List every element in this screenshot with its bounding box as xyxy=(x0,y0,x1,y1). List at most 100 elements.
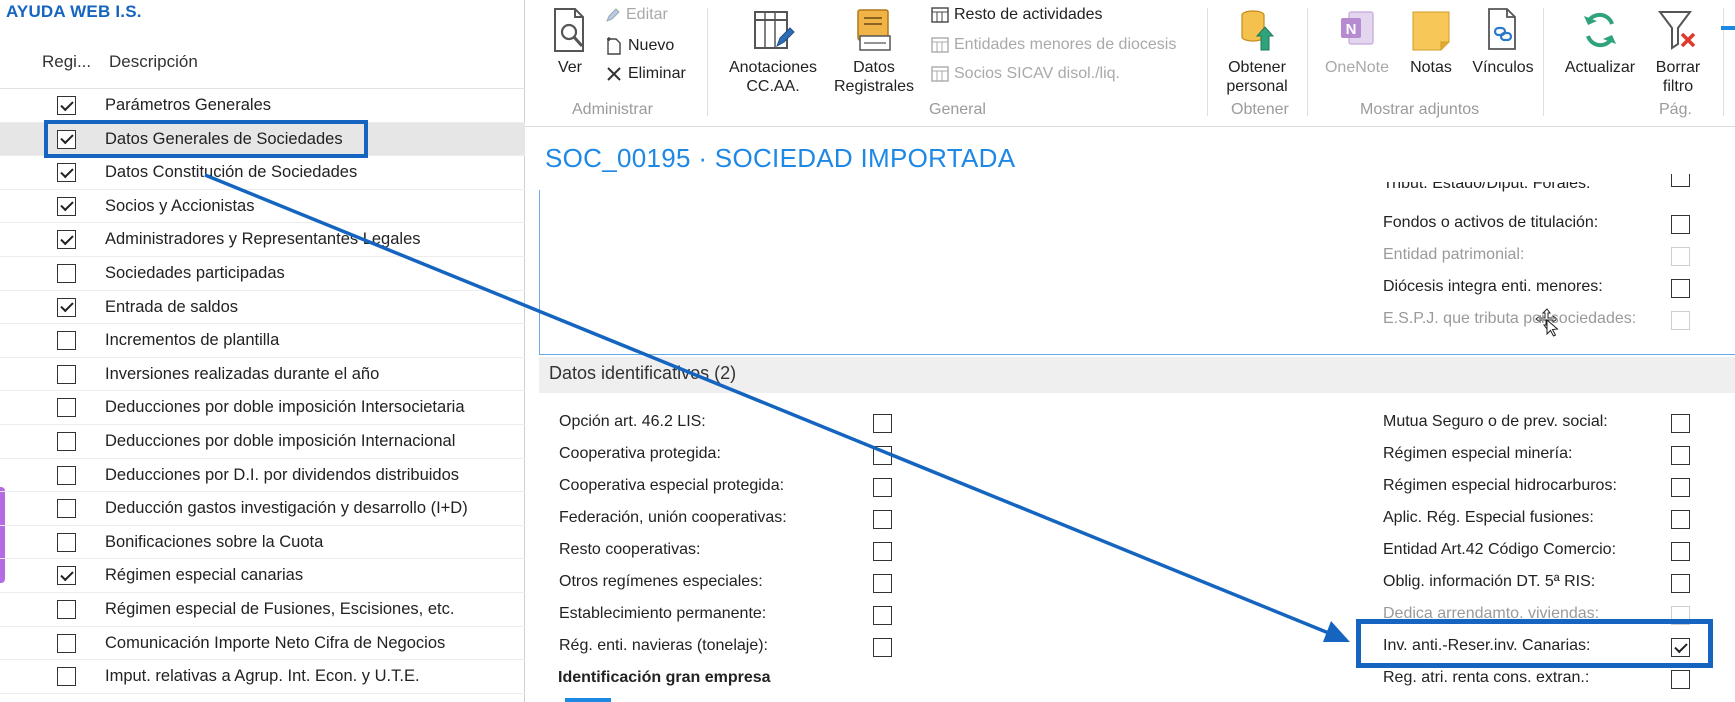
ver-button[interactable]: Ver xyxy=(545,6,595,77)
field-checkbox[interactable] xyxy=(873,542,892,561)
field-label: E.S.P.J. que tributa por sociedades: xyxy=(1383,310,1637,327)
field-label: Fondos o activos de titulación: xyxy=(1383,214,1599,231)
row-checkbox[interactable] xyxy=(57,633,76,653)
field-label: Establecimiento permanente: xyxy=(559,605,767,622)
view-document-icon xyxy=(554,8,584,52)
row-checkbox[interactable] xyxy=(57,566,76,586)
list-item[interactable]: Socios y Accionistas xyxy=(0,190,525,224)
list-item[interactable]: Imput. relativas a Agrup. Int. Econ. y U… xyxy=(0,660,525,694)
row-checkbox[interactable] xyxy=(57,263,76,283)
field-checkbox[interactable] xyxy=(1671,414,1690,433)
row-checkbox[interactable] xyxy=(57,398,76,418)
nuevo-button[interactable]: Nuevo xyxy=(605,36,674,56)
field-label: Cooperativa especial protegida: xyxy=(559,477,785,494)
row-label: Imput. relativas a Agrup. Int. Econ. y U… xyxy=(105,667,420,686)
group-mostrar-adjuntos: Mostrar adjuntos xyxy=(1360,101,1480,118)
field-checkbox[interactable] xyxy=(1671,574,1690,593)
field-checkbox[interactable] xyxy=(1671,510,1690,529)
row-checkbox[interactable] xyxy=(57,364,76,384)
nuevo-label: Nuevo xyxy=(628,37,675,54)
field-checkbox[interactable] xyxy=(873,478,892,497)
onenote-button[interactable]: N OneNote xyxy=(1319,6,1395,77)
field-checkbox[interactable] xyxy=(873,638,892,657)
list-item[interactable]: Régimen especial de Fusiones, Escisiones… xyxy=(0,593,525,627)
column-header-reg[interactable]: Regi... xyxy=(42,52,91,72)
row-label: Parámetros Generales xyxy=(105,96,271,114)
list-item[interactable]: Deducciones por doble imposición Interna… xyxy=(0,425,525,459)
list-item[interactable]: Sociedades participadas xyxy=(0,257,525,291)
list-item[interactable]: Entrada de saldos xyxy=(0,291,525,325)
editar-button[interactable]: Editar xyxy=(605,6,668,24)
field-label: Oblig. información DT. 5ª RIS: xyxy=(1383,573,1596,590)
row-checkbox[interactable] xyxy=(57,499,76,519)
field-checkbox[interactable] xyxy=(1671,542,1690,561)
link-document-icon xyxy=(1488,8,1516,50)
list-item[interactable]: Deducción gastos investigación y desarro… xyxy=(0,492,525,526)
resto-actividades-button[interactable]: Resto de actividades xyxy=(931,6,1103,24)
row-checkbox[interactable] xyxy=(57,196,76,216)
subsection-title: Identificación gran empresa xyxy=(558,669,771,686)
anotaciones-button[interactable]: Anotaciones CC.AA. xyxy=(721,6,825,96)
row-checkbox[interactable] xyxy=(57,465,76,485)
highlight-box-left xyxy=(44,120,368,158)
row-label: Deducciones por doble imposición Interna… xyxy=(105,431,456,450)
list-item[interactable]: Bonificaciones sobre la Cuota xyxy=(0,526,525,560)
ribbon-separator xyxy=(1307,8,1308,116)
vinculos-button[interactable]: Vínculos xyxy=(1465,6,1541,77)
table-icon xyxy=(931,66,949,82)
left-panel: AYUDA WEB I.S. Regi... Descripción Parám… xyxy=(0,0,525,702)
list-item[interactable]: Datos Constitución de Sociedades xyxy=(0,156,525,190)
list-item[interactable]: Deducciones por D.I. por dividendos dist… xyxy=(0,459,525,493)
list-item[interactable]: Deducciones por doble imposición Interso… xyxy=(0,391,525,425)
entidades-menores-button[interactable]: Entidades menores de diocesis xyxy=(931,36,1176,54)
row-checkbox[interactable] xyxy=(57,667,76,687)
field-checkbox xyxy=(1671,247,1690,266)
field-checkbox[interactable] xyxy=(1671,215,1690,234)
list-item[interactable]: Inversiones realizadas durante el año xyxy=(0,358,525,392)
row-checkbox[interactable] xyxy=(57,96,76,115)
list-item[interactable]: Comunicación Importe Neto Cifra de Negoc… xyxy=(0,627,525,661)
list-header: Regi... Descripción xyxy=(0,33,525,89)
datos-registrales-button[interactable]: Datos Registrales xyxy=(831,6,917,96)
column-header-descripcion[interactable]: Descripción xyxy=(109,52,198,72)
eliminar-button[interactable]: Eliminar xyxy=(605,65,686,83)
list-item[interactable]: Parámetros Generales xyxy=(0,89,525,123)
row-checkbox[interactable] xyxy=(57,532,76,552)
obtener-personal-button[interactable]: Obtener personal xyxy=(1219,6,1295,96)
actualizar-button[interactable]: Actualizar xyxy=(1557,6,1643,77)
row-checkbox[interactable] xyxy=(57,297,76,317)
row-label: Régimen especial canarias xyxy=(105,566,304,585)
row-label: Deducciones por D.I. por dividendos dist… xyxy=(105,465,460,484)
section-header[interactable]: Datos identificativos (2) xyxy=(539,357,1735,393)
field-checkbox[interactable] xyxy=(1671,446,1690,465)
right-panel: Ver Editar Nuevo Eliminar Administrar An… xyxy=(525,0,1735,702)
notas-button[interactable]: Notas xyxy=(1401,6,1461,77)
field-checkbox[interactable] xyxy=(873,574,892,593)
table-icon xyxy=(931,7,949,23)
list-item[interactable]: Administradores y Representantes Legales xyxy=(0,223,525,257)
field-checkbox[interactable] xyxy=(873,414,892,433)
table-icon xyxy=(931,37,949,53)
annotations-icon xyxy=(754,11,795,49)
row-checkbox[interactable] xyxy=(57,599,76,619)
entidades-menores-label: Entidades menores de diocesis xyxy=(954,36,1177,53)
row-checkbox[interactable] xyxy=(57,431,76,451)
field-checkbox[interactable] xyxy=(1671,279,1690,298)
bottom-accent xyxy=(565,698,611,702)
row-checkbox[interactable] xyxy=(57,331,76,351)
row-checkbox[interactable] xyxy=(57,230,76,250)
field-checkbox[interactable] xyxy=(873,606,892,625)
list-item[interactable]: Incrementos de plantilla xyxy=(0,324,525,358)
group-pagina: Pág. xyxy=(1659,101,1692,118)
row-checkbox[interactable] xyxy=(57,163,76,183)
field-checkbox[interactable] xyxy=(873,446,892,465)
anotaciones-label: Anotaciones CC.AA. xyxy=(728,59,818,95)
field-checkbox[interactable] xyxy=(873,510,892,529)
field-checkbox[interactable] xyxy=(1671,670,1690,689)
row-label: Datos Constitución de Sociedades xyxy=(105,163,358,182)
list-item[interactable]: Régimen especial canarias xyxy=(0,559,525,593)
borrar-filtro-button[interactable]: Borrar filtro xyxy=(1647,6,1709,96)
field-checkbox[interactable] xyxy=(1671,174,1690,187)
field-checkbox[interactable] xyxy=(1671,478,1690,497)
socios-sicav-button[interactable]: Socios SICAV disol./liq. xyxy=(931,65,1120,83)
